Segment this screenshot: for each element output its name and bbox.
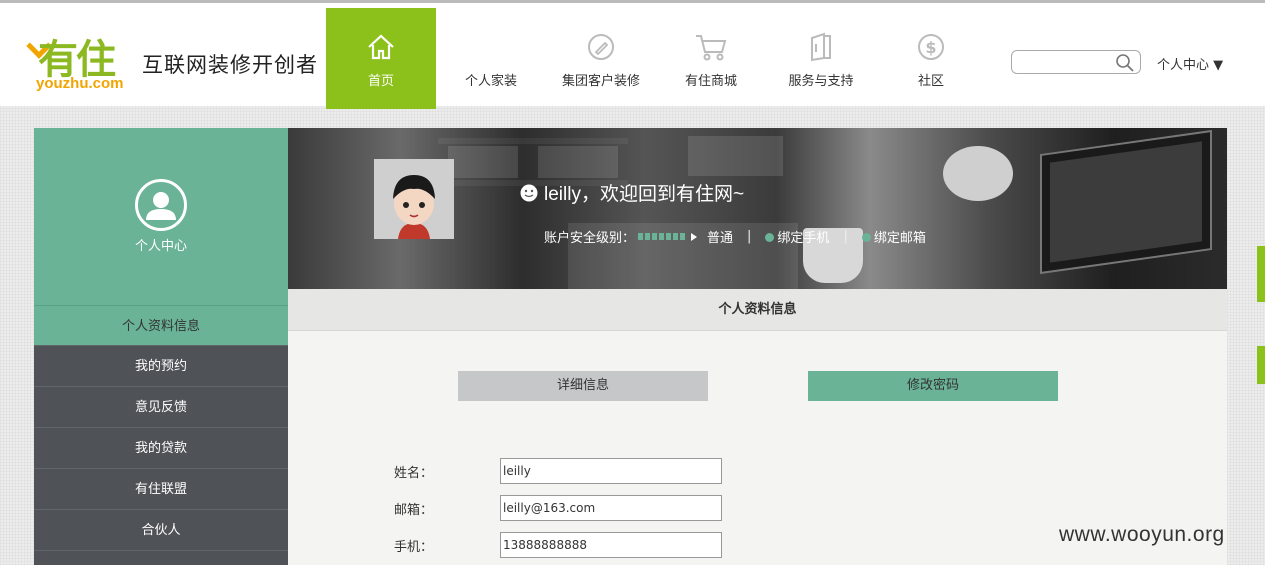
email-label: 邮箱： — [394, 502, 434, 518]
nav-label-service: 服务与支持 — [788, 74, 854, 89]
divider: | — [843, 229, 848, 244]
bind-phone-label: 绑定手机 — [777, 231, 830, 246]
search-input[interactable] — [1018, 52, 1118, 72]
search-icon[interactable] — [1115, 53, 1135, 77]
cart-icon — [656, 32, 766, 62]
divider: | — [747, 229, 752, 244]
sidebar-item-loans[interactable]: 我的贷款 — [34, 428, 288, 469]
profile-banner: leilly，欢迎回到有住网~ 账户安全级别： 普通 | 绑定手机 | 绑定邮箱 — [288, 128, 1227, 289]
email-field[interactable] — [500, 495, 722, 521]
welcome-message: leilly，欢迎回到有住网~ — [520, 179, 744, 206]
nav-item-home-decoration[interactable]: 个人家装 — [436, 8, 546, 109]
dollar-icon: $ — [876, 32, 986, 62]
floating-side-tab[interactable] — [1257, 346, 1265, 384]
nav-label-mall: 有住商城 — [684, 74, 737, 89]
security-arrow-icon — [691, 232, 698, 241]
svg-text:$: $ — [925, 38, 936, 57]
form-row-name: 姓名： — [394, 458, 722, 484]
main-content: leilly，欢迎回到有住网~ 账户安全级别： 普通 | 绑定手机 | 绑定邮箱… — [288, 128, 1227, 565]
sidebar-item-feedback[interactable]: 意见反馈 — [34, 387, 288, 428]
name-field[interactable] — [500, 458, 722, 484]
nav-label-corporate: 集团客户装修 — [561, 74, 640, 89]
user-photo[interactable] — [374, 159, 454, 239]
form-row-email: 邮箱： — [394, 495, 722, 521]
security-level: 普通 — [707, 231, 734, 246]
nav-item-community[interactable]: $ 社区 — [876, 8, 986, 109]
search-box — [1011, 50, 1141, 74]
check-icon — [765, 233, 775, 242]
sidebar-menu: 个人资料信息 我的预约 意见反馈 我的贷款 有住联盟 合伙人 — [34, 305, 288, 551]
user-center-dropdown[interactable]: 个人中心 ▼ — [1157, 54, 1223, 73]
tab-detail-info[interactable]: 详细信息 — [458, 371, 708, 401]
phone-label: 手机： — [394, 539, 434, 555]
phone-field[interactable] — [500, 532, 722, 558]
section-title: 个人资料信息 — [288, 289, 1227, 331]
site-logo[interactable]: 有住 youzhu.com — [26, 27, 140, 97]
sidebar: 个人中心 个人资料信息 我的预约 意见反馈 我的贷款 有住联盟 合伙人 — [34, 128, 288, 565]
nav-label-community: 社区 — [917, 74, 944, 89]
nav-item-corporate[interactable]: 集团客户装修 — [546, 8, 656, 109]
watermark: www.wooyun.org — [1059, 523, 1225, 546]
pencil-icon — [546, 32, 656, 62]
site-header: 有住 youzhu.com 互联网装修开创者 首页 个人家装 集团客户装修 有住… — [0, 0, 1265, 109]
nav-item-home[interactable]: 首页 — [326, 8, 436, 109]
user-avatar-icon[interactable] — [135, 179, 187, 231]
form-row-phone: 手机： — [394, 532, 722, 558]
sidebar-item-partner[interactable]: 合伙人 — [34, 510, 288, 551]
nav-item-service[interactable]: 服务与支持 — [766, 8, 876, 109]
slogan: 互联网装修开创者 — [142, 53, 318, 77]
security-level-bar — [638, 233, 686, 240]
nav-item-mall[interactable]: 有住商城 — [656, 8, 766, 109]
bind-phone-link[interactable]: 绑定手机 — [765, 227, 829, 246]
bind-email-link[interactable]: 绑定邮箱 — [861, 227, 926, 246]
sidebar-item-profile[interactable]: 个人资料信息 — [34, 305, 288, 346]
welcome-text: leilly，欢迎回到有住网~ — [544, 184, 745, 205]
tab-change-password[interactable]: 修改密码 — [808, 371, 1058, 401]
nav-label-home: 首页 — [367, 74, 394, 89]
main-nav: 首页 个人家装 集团客户装修 有住商城 服务与支持 $ 社区 — [326, 8, 986, 109]
security-label: 账户安全级别： — [544, 231, 636, 246]
smiley-icon — [520, 184, 538, 201]
logo-text-en: youzhu.com — [36, 75, 124, 92]
sidebar-item-appointments[interactable]: 我的预约 — [34, 346, 288, 387]
nav-label-home-decoration: 个人家装 — [464, 74, 517, 89]
sidebar-title: 个人中心 — [134, 239, 187, 254]
bind-email-label: 绑定邮箱 — [873, 231, 926, 246]
sidebar-item-alliance[interactable]: 有住联盟 — [34, 469, 288, 510]
security-status: 账户安全级别： 普通 | 绑定手机 | 绑定邮箱 — [544, 227, 926, 246]
document-icon — [766, 32, 876, 62]
sidebar-profile: 个人中心 — [34, 128, 288, 305]
check-icon — [861, 233, 871, 242]
name-label: 姓名： — [394, 465, 434, 481]
home-icon — [326, 32, 436, 62]
floating-side-tab[interactable] — [1257, 246, 1265, 302]
